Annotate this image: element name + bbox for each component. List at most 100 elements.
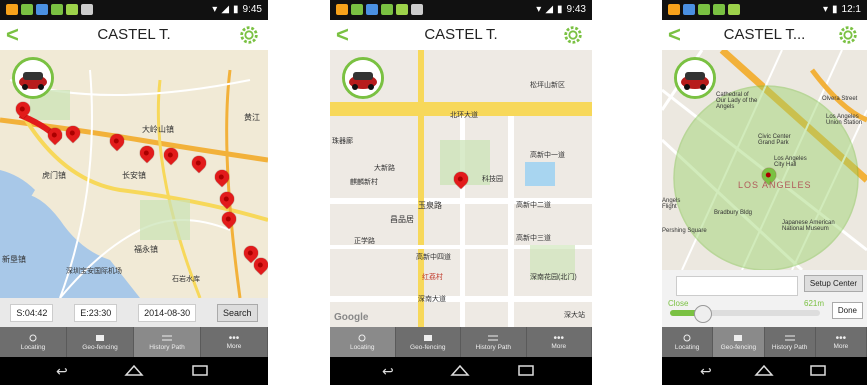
tab-bar: Locating Geo-fencing History Path ••• Mor… [0,327,268,357]
notification-icon [411,4,423,15]
locating-icon [358,334,366,341]
more-icon: ••• [835,332,847,344]
wifi-icon: ▾ [536,4,542,15]
map-label: 高新中二道 [516,202,551,209]
more-icon: ••• [553,332,564,344]
home-icon[interactable] [754,363,774,377]
tab-more[interactable]: ••• More [816,327,867,357]
map-label: 麒麟新村 [350,179,378,186]
history-path-icon [784,335,795,340]
map-label: 珠器廊 [332,138,353,145]
map-label: 福永镇 [134,245,158,254]
battery-icon: ▮ [233,4,239,15]
page-title: CASTEL T. [424,26,498,43]
start-time-field[interactable]: S:04:42 [10,303,54,322]
notification-icon [51,4,63,15]
clock: 12:1 [841,4,861,15]
map-label: 昌品居 [390,215,414,224]
map-label: 红荔村 [422,274,443,281]
tab-more[interactable]: ••• More [527,327,592,357]
notification-icon [713,4,725,15]
map-label: 玉泉路 [418,201,442,210]
map-label: 黄江 [244,113,260,122]
notification-icon [6,4,18,15]
slider-thumb[interactable] [694,305,712,323]
distance-label: 621m [804,299,825,308]
signal-icon: ◢ [545,4,554,15]
tab-geo-fencing[interactable]: Geo-fencing [67,327,134,357]
map-label: Bradbury Bldg [714,210,753,216]
title-bar: < CASTEL T. [330,20,592,51]
back-nav-icon[interactable]: ↩ [56,363,68,380]
gear-icon[interactable] [238,24,260,46]
home-icon[interactable] [450,363,470,377]
phone-history-path: ▾ ◢ ▮ 9:45 < CASTEL T. 大岭山镇 虎门镇 长安镇 福永镇 … [0,0,268,385]
avatar[interactable] [342,57,384,99]
nav-bar: ↩ [0,357,268,385]
avatar[interactable] [674,57,716,99]
wifi-icon: ▾ [212,4,218,15]
map-label: 新垦镇 [2,255,26,264]
tab-locating[interactable]: Locating [0,327,67,357]
tab-more[interactable]: ••• More [201,327,268,357]
nav-bar: ↩ [662,357,867,385]
tab-locating[interactable]: Locating [330,327,396,357]
tab-geo-fencing[interactable]: Geo-fencing [713,327,765,357]
home-icon[interactable] [124,363,144,377]
recents-icon[interactable] [516,363,536,377]
map-label: 大新路 [374,165,395,172]
map-label: 大岭山镇 [142,125,174,134]
notification-icon [351,4,363,15]
notification-icon [366,4,378,15]
more-icon: ••• [228,332,240,344]
geo-fencing-icon [734,334,743,341]
signal-icon: ◢ [221,4,230,15]
date-field[interactable]: 2014-08-30 [138,303,197,322]
tab-locating[interactable]: Locating [662,327,714,357]
radius-slider[interactable] [670,305,820,323]
tab-history-path[interactable]: History Path [134,327,201,357]
map-label: 高新中三道 [516,235,551,242]
tab-history-path[interactable]: History Path [765,327,816,357]
notification-icon [728,4,740,15]
search-button[interactable]: Search [217,303,258,322]
history-path-icon [162,335,172,340]
end-time-field[interactable]: E:23:30 [74,303,118,322]
notification-icon [81,4,93,15]
recents-icon[interactable] [190,363,210,377]
map-label: Cathedral of Our Lady of the Angels [716,92,758,110]
recents-icon[interactable] [808,363,828,377]
back-nav-icon[interactable]: ↩ [382,363,394,380]
map-label: 高新中四道 [416,254,451,261]
tab-geo-fencing[interactable]: Geo-fencing [396,327,461,357]
gear-icon[interactable] [837,24,859,46]
locating-icon [683,334,691,341]
phone-locating: ▾ ◢ ▮ 9:43 < CASTEL T. 北环大道 玉泉路 珠器廊 麒麟新村… [330,0,592,385]
notification-icon [381,4,393,15]
notification-icon [698,4,710,15]
map-label: Olvera Street [822,96,858,102]
map-label: 正学路 [354,238,375,245]
battery-icon: ▮ [557,4,563,15]
back-nav-icon[interactable]: ↩ [700,363,712,380]
clock: 9:43 [566,4,586,15]
tab-history-path[interactable]: History Path [461,327,527,357]
map-label: LOS ANGELES [738,180,812,190]
nav-bar: ↩ [330,357,592,385]
title-bar: < CASTEL T... [662,20,867,51]
done-button[interactable]: Done [831,302,863,319]
history-controls: S:04:42 E:23:30 2014-08-30 Search [0,298,268,327]
address-input[interactable] [676,276,798,296]
page-title: CASTEL T. [97,26,171,43]
setup-center-button[interactable]: Setup Center [803,275,863,292]
map-label: Pershing Square [662,228,707,234]
map-label: 深大站 [564,312,585,319]
avatar[interactable] [12,57,54,99]
notification-icon [396,4,408,15]
map-label: Los Angeles City Hall [774,156,807,168]
google-watermark: Google [334,312,369,323]
history-path-icon [488,335,499,340]
map-label: 长安镇 [122,171,146,180]
map-label: 高新中一道 [530,152,565,159]
gear-icon[interactable] [562,24,584,46]
